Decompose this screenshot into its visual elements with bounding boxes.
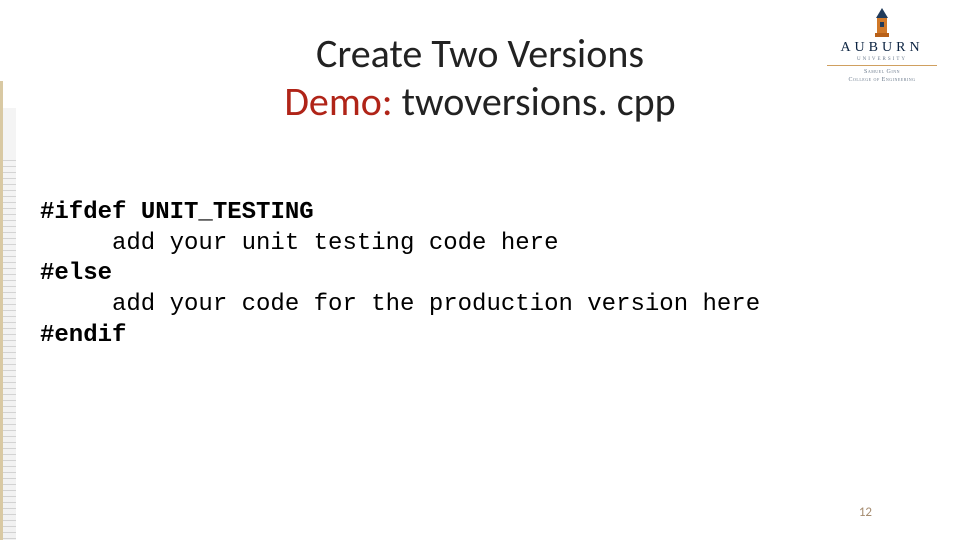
code-line-production: add your code for the production version… xyxy=(112,291,760,318)
code-ifdef: #ifdef UNIT_TESTING xyxy=(40,199,314,226)
title-line-1: Create Two Versions xyxy=(0,30,960,78)
code-else: #else xyxy=(40,260,112,287)
page-number: 12 xyxy=(859,505,872,520)
slide-title: Create Two Versions Demo: twoversions. c… xyxy=(0,30,960,126)
code-block: #ifdef UNIT_TESTING add your unit testin… xyxy=(40,198,930,352)
title-demo-label: Demo: xyxy=(284,77,392,126)
title-filename: twoversions. cpp xyxy=(393,77,676,126)
title-line-2: Demo: twoversions. cpp xyxy=(0,78,960,126)
code-line-unit-test: add your unit testing code here xyxy=(112,230,558,257)
code-endif: #endif xyxy=(40,322,126,349)
